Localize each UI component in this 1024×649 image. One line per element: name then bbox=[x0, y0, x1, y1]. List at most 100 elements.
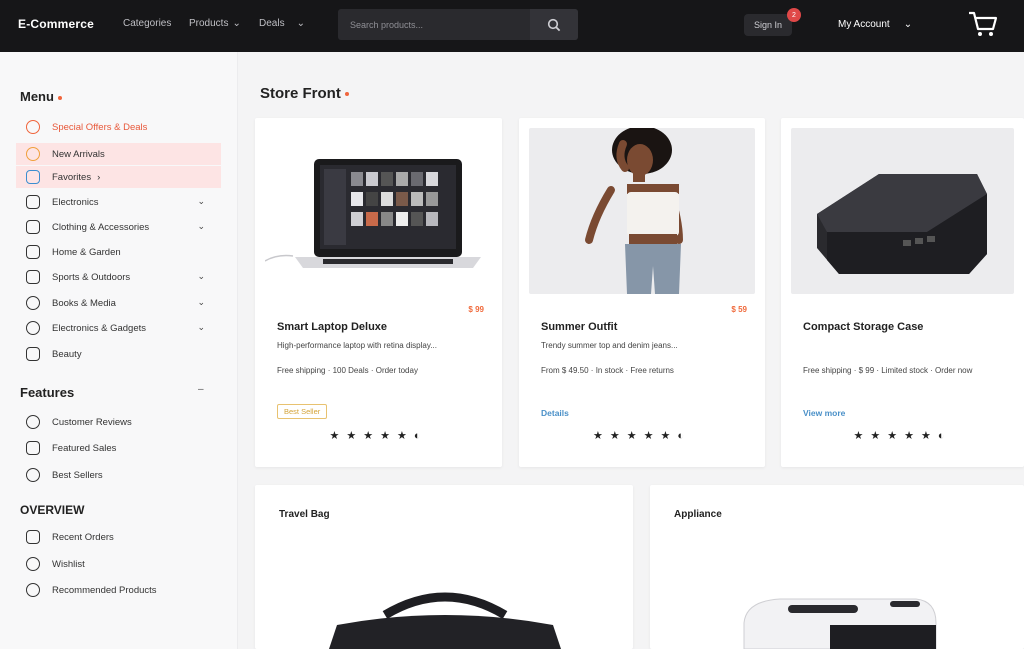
product-image[interactable] bbox=[529, 128, 755, 294]
chevron-down-icon: ⌄ bbox=[903, 19, 913, 30]
chevron-down-icon: ⌄ bbox=[197, 271, 205, 281]
shirt-icon bbox=[26, 220, 40, 234]
ball-icon bbox=[26, 270, 40, 284]
thumbs-up-icon bbox=[26, 583, 40, 597]
sidebar-item-reviews[interactable]: Customer Reviews bbox=[16, 411, 221, 433]
sidebar-item-books[interactable]: Books & Media ⌄ bbox=[16, 292, 221, 314]
rating-stars: ★★★★★◐ bbox=[519, 429, 765, 442]
product-meta: From $ 49.50 · In stock · Free returns bbox=[541, 366, 674, 375]
rating-stars: ★★★★★◐ bbox=[255, 429, 502, 442]
review-icon bbox=[26, 415, 40, 429]
sidebar-item-label: New Arrivals bbox=[52, 148, 105, 160]
product-title[interactable]: Smart Laptop Deluxe bbox=[277, 321, 387, 333]
sidebar-item-recent-orders[interactable]: Recent Orders bbox=[16, 526, 221, 548]
chevron-down-icon: ⌄ bbox=[197, 196, 205, 206]
nav-products[interactable]: Products ⌄ bbox=[189, 18, 241, 29]
product-card[interactable]: $ 59 Summer Outfit Trendy summer top and… bbox=[519, 118, 765, 467]
dot-icon bbox=[57, 95, 62, 100]
product-image[interactable] bbox=[740, 595, 940, 649]
sidebar-item-home-garden[interactable]: Home & Garden bbox=[16, 241, 221, 263]
star-icon: ★★★★★ bbox=[329, 430, 414, 442]
sidebar-item-label: Electronics & Gadgets bbox=[52, 322, 146, 334]
sidebar-item-label: Electronics bbox=[52, 196, 99, 208]
sale-icon bbox=[26, 441, 40, 455]
nav-products-label: Products bbox=[189, 18, 229, 29]
product-title[interactable]: Summer Outfit bbox=[541, 321, 617, 333]
product-image[interactable] bbox=[265, 128, 491, 294]
sidebar-item-favorites[interactable]: Favorites › bbox=[16, 166, 221, 188]
price-badge: $ 99 bbox=[468, 305, 484, 314]
sidebar-item-label: Favorites bbox=[52, 171, 92, 183]
sidebar-item-electronics[interactable]: Electronics ⌄ bbox=[16, 191, 221, 213]
featured-card[interactable]: Travel Bag bbox=[255, 485, 633, 649]
featured-card[interactable]: Appliance bbox=[650, 485, 1024, 649]
featured-card-title: Travel Bag bbox=[279, 509, 330, 520]
star-icon: ★★★★★ bbox=[853, 430, 938, 442]
sidebar-item-label: Customer Reviews bbox=[52, 416, 132, 428]
sidebar-item-label: Best Sellers bbox=[52, 469, 103, 481]
product-title[interactable]: Compact Storage Case bbox=[803, 321, 923, 333]
sidebar-item-clothing[interactable]: Clothing & Accessories ⌄ bbox=[16, 216, 221, 238]
product-description: High-performance laptop with retina disp… bbox=[277, 341, 437, 350]
nav-deals-label: Deals bbox=[259, 18, 285, 29]
search-icon bbox=[547, 18, 561, 31]
details-link[interactable]: Details bbox=[541, 408, 569, 418]
chevron-right-icon: › bbox=[97, 171, 101, 183]
search-button[interactable] bbox=[530, 9, 578, 40]
sidebar-item-wishlist[interactable]: Wishlist bbox=[16, 553, 221, 575]
home-icon bbox=[26, 245, 40, 259]
sidebar-item-special-offers[interactable]: Special Offers & Deals bbox=[16, 116, 221, 138]
product-description: Trendy summer top and denim jeans... bbox=[541, 341, 678, 350]
view-more-link[interactable]: View more bbox=[803, 408, 845, 418]
chevron-down-icon: ⌄ bbox=[197, 322, 205, 332]
sidebar-item-label: Clothing & Accessories bbox=[52, 221, 150, 233]
product-card[interactable]: $ 99 Smart Laptop Deluxe High-performanc… bbox=[255, 118, 502, 467]
nav-deals[interactable]: Deals ⌄ bbox=[259, 18, 305, 29]
sidebar-item-sports[interactable]: Sports & Outdoors ⌄ bbox=[16, 266, 221, 288]
sidebar-item-label: Wishlist bbox=[52, 558, 85, 570]
sidebar-item-label: Featured Sales bbox=[52, 442, 117, 454]
sidebar: Menu Special Offers & Deals New Arrivals… bbox=[0, 52, 238, 649]
half-star-icon: ◐ bbox=[413, 430, 428, 442]
sidebar-item-beauty[interactable]: Beauty bbox=[16, 343, 221, 365]
nav-categories-label: Categories bbox=[123, 18, 172, 29]
brand-logo[interactable]: E-Commerce bbox=[18, 17, 94, 31]
trophy-icon bbox=[26, 468, 40, 482]
search-input[interactable] bbox=[338, 19, 528, 30]
collapse-icon[interactable]: – bbox=[198, 384, 204, 395]
chevron-down-icon: ⌄ bbox=[197, 297, 205, 307]
product-meta: Free shipping · 100 Deals · Order today bbox=[277, 366, 418, 375]
notification-badge[interactable]: 2 bbox=[787, 8, 801, 22]
heart-icon bbox=[26, 557, 40, 571]
price-badge: $ 59 bbox=[731, 305, 747, 314]
product-image[interactable] bbox=[325, 585, 565, 649]
sidebar-item-recommended[interactable]: Recommended Products bbox=[16, 579, 221, 601]
gadget-icon bbox=[26, 321, 40, 335]
product-image[interactable] bbox=[791, 128, 1014, 294]
sidebar-item-label: Home & Garden bbox=[52, 246, 121, 258]
cart-icon[interactable] bbox=[966, 8, 1000, 40]
product-card[interactable]: Compact Storage Case Free shipping · $ 9… bbox=[781, 118, 1024, 467]
sidebar-item-best-sellers[interactable]: Best Sellers bbox=[16, 464, 221, 486]
product-meta: Free shipping · $ 99 · Limited stock · O… bbox=[803, 366, 973, 375]
beauty-icon bbox=[26, 347, 40, 361]
book-icon bbox=[26, 296, 40, 310]
sidebar-item-label: Recent Orders bbox=[52, 531, 114, 543]
sidebar-item-label: Books & Media bbox=[52, 297, 116, 309]
account-menu[interactable]: My Account ⌄ bbox=[838, 19, 912, 30]
chevron-down-icon: ⌄ bbox=[296, 18, 305, 29]
featured-card-title: Appliance bbox=[674, 509, 722, 520]
nav-categories[interactable]: Categories bbox=[123, 18, 171, 29]
sidebar-item-featured-sales[interactable]: Featured Sales bbox=[16, 437, 221, 459]
sidebar-item-gadgets[interactable]: Electronics & Gadgets ⌄ bbox=[16, 317, 221, 339]
sidebar-item-new-arrivals[interactable]: New Arrivals bbox=[16, 143, 221, 165]
sidebar-item-label: Beauty bbox=[52, 348, 82, 360]
grid-icon bbox=[26, 170, 40, 184]
account-label: My Account bbox=[838, 19, 890, 30]
sidebar-section-title: Menu bbox=[20, 89, 62, 104]
dot-icon bbox=[344, 92, 349, 97]
sign-in-button[interactable]: Sign In bbox=[744, 14, 792, 36]
star-icon bbox=[26, 147, 40, 161]
top-navigation-bar: E-Commerce Categories Products ⌄ Deals ⌄ S… bbox=[0, 0, 1024, 52]
sidebar-section-title: Features bbox=[20, 385, 75, 400]
